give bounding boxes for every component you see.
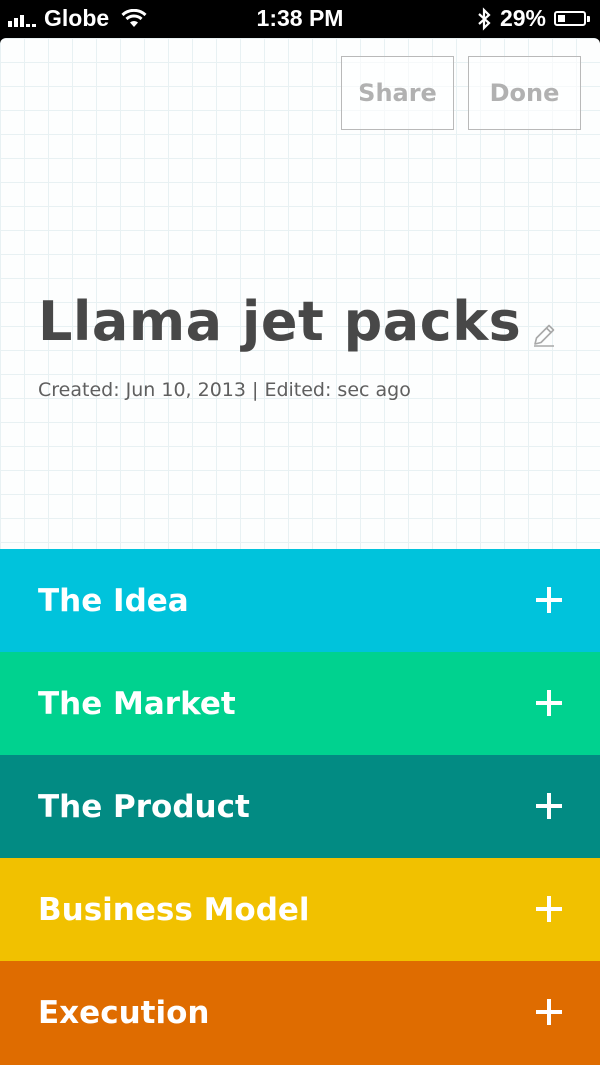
app-screen: Globe 1:38 PM 29% Share Done Llama jet p… [0,0,600,1065]
section-label: Execution [38,995,210,1031]
share-button[interactable]: Share [341,56,454,130]
done-button[interactable]: Done [468,56,581,130]
note-title: Llama jet packs [38,290,522,353]
plus-icon[interactable] [536,690,562,716]
section-the-idea[interactable]: The Idea [0,549,600,652]
section-the-product[interactable]: The Product [0,755,600,858]
battery-icon [554,11,590,26]
section-label: The Product [38,788,250,825]
bluetooth-icon [478,6,491,31]
status-bar: Globe 1:38 PM 29% [0,0,600,38]
pencil-icon[interactable] [530,321,558,349]
section-business-model[interactable]: Business Model [0,858,600,961]
section-label: The Market [38,685,236,722]
section-execution[interactable]: Execution [0,961,600,1065]
battery-fill [558,15,565,22]
section-label: The Idea [38,582,189,619]
note-header: Share Done Llama jet packs Created: Jun … [0,38,600,549]
plus-icon[interactable] [536,896,562,922]
section-the-market[interactable]: The Market [0,652,600,755]
battery-percent: 29% [499,5,546,31]
note-meta: Created: Jun 10, 2013 | Edited: sec ago [38,379,411,401]
section-label: Business Model [38,891,310,928]
plus-icon[interactable] [536,587,562,613]
status-right: 29% [476,5,590,32]
plus-icon[interactable] [536,793,562,819]
plus-icon[interactable] [536,999,562,1025]
